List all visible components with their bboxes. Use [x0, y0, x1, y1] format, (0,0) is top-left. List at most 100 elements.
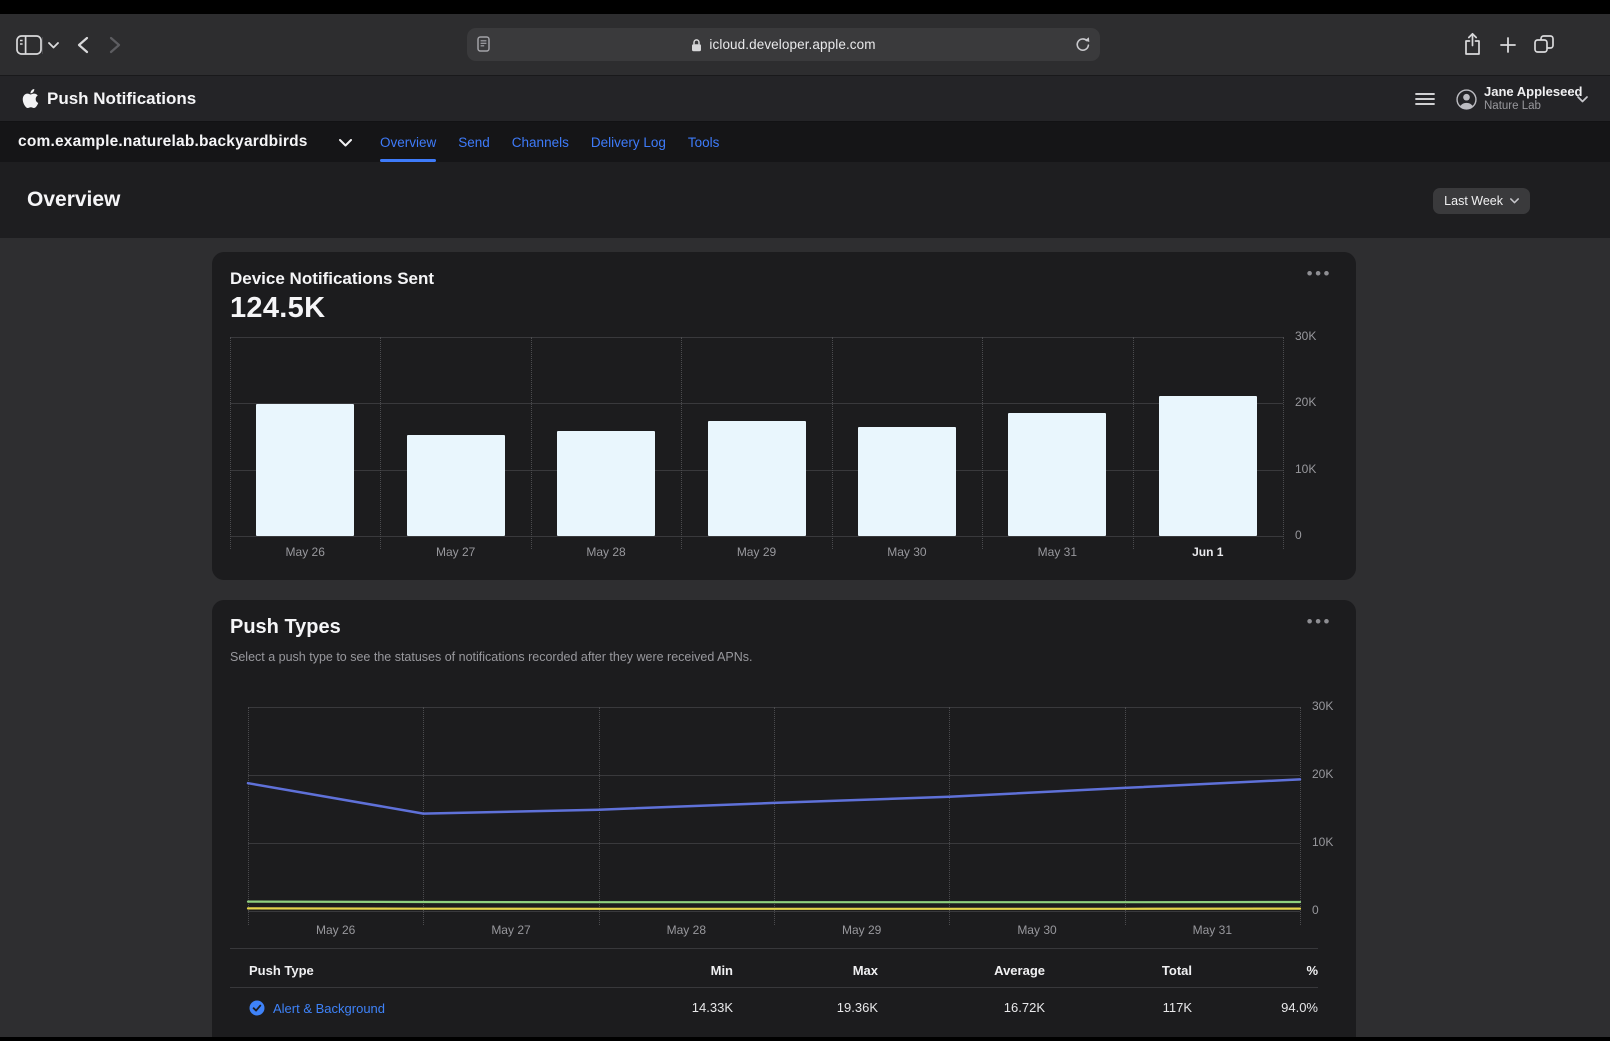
- bar-may-26: [256, 404, 354, 536]
- nav-tabs: Overview Send Channels Delivery Log Tools: [380, 122, 719, 162]
- push-type-link[interactable]: Alert & Background: [249, 991, 385, 1025]
- gridline-x: [832, 337, 833, 549]
- x-axis-label: May 27: [423, 923, 598, 937]
- gridline-x: [531, 337, 532, 549]
- menu-icon[interactable]: [1415, 92, 1435, 106]
- url-field[interactable]: icloud.developer.apple.com: [467, 28, 1100, 61]
- bar-may-28: [557, 431, 655, 536]
- cell-max: 19.36K: [837, 991, 878, 1025]
- reload-icon[interactable]: [1075, 36, 1091, 53]
- series-line-alert-background: [248, 779, 1300, 813]
- bundle-id-selector[interactable]: com.example.naturelab.backyardbirds: [18, 122, 308, 162]
- account-chevron-down-icon[interactable]: [1577, 96, 1588, 103]
- x-axis-label: May 30: [949, 923, 1124, 937]
- back-icon[interactable]: [77, 36, 89, 54]
- gridline-y: [230, 403, 1283, 404]
- screen-bottom-strip: [0, 1037, 1610, 1041]
- card-menu-ellipsis-icon[interactable]: •••: [1307, 612, 1332, 632]
- cell-percent: 94.0%: [1281, 991, 1318, 1025]
- x-axis-label: May 27: [380, 545, 530, 559]
- column-header-min: Min: [711, 956, 733, 986]
- new-tab-icon[interactable]: [1500, 37, 1516, 53]
- device-notifications-card: Device Notifications Sent 124.5K ••• 010…: [212, 252, 1356, 580]
- bar-jun-1: [1159, 396, 1257, 536]
- card-title: Device Notifications Sent: [230, 269, 434, 289]
- column-header--: %: [1306, 956, 1318, 986]
- push-types-table-header: Push Type Min Max Average Total%: [230, 956, 1318, 986]
- card-title: Push Types: [230, 616, 341, 639]
- sidebar-menu-chevron-down-icon[interactable]: [48, 42, 59, 49]
- series-line-1: [248, 902, 1300, 903]
- x-axis-label: May 26: [230, 545, 380, 559]
- tab-label: Delivery Log: [591, 135, 666, 150]
- share-icon[interactable]: [1463, 32, 1482, 56]
- date-range-button[interactable]: Last Week: [1433, 188, 1530, 214]
- x-axis-label: May 29: [774, 923, 949, 937]
- url-display: icloud.developer.apple.com: [467, 28, 1100, 61]
- screen-top-strip: [0, 0, 1610, 14]
- tab-delivery-log[interactable]: Delivery Log: [591, 122, 666, 162]
- tab-label: Tools: [688, 135, 720, 150]
- tab-label: Overview: [380, 135, 436, 150]
- line-series-svg: [248, 707, 1300, 911]
- tab-channels[interactable]: Channels: [512, 122, 569, 162]
- avatar[interactable]: [1456, 89, 1477, 110]
- range-chevron-down-icon: [1510, 198, 1519, 204]
- lock-icon: [691, 38, 702, 52]
- x-axis-label: May 30: [832, 545, 982, 559]
- y-axis-tick-label: 30K: [1295, 329, 1316, 343]
- gridline-x: [1283, 337, 1284, 549]
- bundle-chevron-down-icon[interactable]: [339, 139, 352, 147]
- gridline-y: [230, 536, 1283, 537]
- column-header-max: Max: [853, 956, 878, 986]
- app-header: Push Notifications Jane Appleseed Nature…: [0, 76, 1610, 122]
- x-axis-label: May 31: [982, 545, 1132, 559]
- app-title: Push Notifications: [47, 76, 196, 122]
- bar-chart: 010K20K30KMay 26May 27May 28May 29May 30…: [230, 337, 1283, 536]
- gridline-x: [982, 337, 983, 549]
- table-top-divider: [230, 948, 1318, 949]
- push-types-card: Push Types Select a push type to see the…: [212, 600, 1356, 1038]
- gridline-x: [380, 337, 381, 549]
- cell-average: 16.72K: [1004, 991, 1045, 1025]
- column-header-total: Total: [1162, 956, 1192, 986]
- user-organization: Nature Lab: [1484, 99, 1583, 113]
- bundle-id-label: com.example.naturelab.backyardbirds: [18, 133, 308, 151]
- y-axis-tick-label: 0: [1295, 528, 1302, 542]
- tab-overview-icon[interactable]: [1534, 35, 1554, 53]
- cell-total: 117K: [1163, 991, 1192, 1025]
- forward-icon[interactable]: [109, 36, 121, 54]
- y-axis-tick-label: 10K: [1295, 462, 1316, 476]
- sidebar-toggle-icon[interactable]: [16, 35, 42, 55]
- blue-check-circle-icon: [249, 1000, 265, 1016]
- app-nav: com.example.naturelab.backyardbirds Over…: [0, 122, 1610, 162]
- apple-logo-icon: [21, 88, 40, 109]
- y-axis-tick-label: 10K: [1312, 835, 1333, 849]
- x-axis-label: May 28: [599, 923, 774, 937]
- toolbar-divider: [42, 37, 43, 54]
- bar-may-30: [858, 427, 956, 536]
- card-menu-ellipsis-icon[interactable]: •••: [1307, 264, 1332, 284]
- y-axis-tick-label: 20K: [1312, 767, 1333, 781]
- tab-overview[interactable]: Overview: [380, 122, 436, 162]
- tab-send[interactable]: Send: [458, 122, 490, 162]
- user-block[interactable]: Jane Appleseed Nature Lab: [1484, 84, 1583, 113]
- bar-may-29: [708, 421, 806, 536]
- x-axis-label: May 31: [1125, 923, 1300, 937]
- url-domain: icloud.developer.apple.com: [709, 37, 875, 52]
- y-axis-tick-label: 20K: [1295, 395, 1316, 409]
- push-type-label: Alert & Background: [273, 1001, 385, 1016]
- column-header-push-type: Push Type: [249, 956, 314, 986]
- line-chart: 010K20K30KMay 26May 27May 28May 29May 30…: [248, 707, 1300, 911]
- bar-may-31: [1008, 413, 1106, 536]
- table-header-divider: [230, 987, 1318, 988]
- tab-label: Channels: [512, 135, 569, 150]
- page-header: Overview Last Week: [0, 162, 1610, 238]
- x-axis-label: Jun 1: [1133, 545, 1283, 559]
- cell-min: 14.33K: [692, 991, 733, 1025]
- tab-tools[interactable]: Tools: [688, 122, 720, 162]
- gridline-x: [1133, 337, 1134, 549]
- bar-may-27: [407, 435, 505, 536]
- column-header-average: Average: [994, 956, 1045, 986]
- tab-label: Send: [458, 135, 490, 150]
